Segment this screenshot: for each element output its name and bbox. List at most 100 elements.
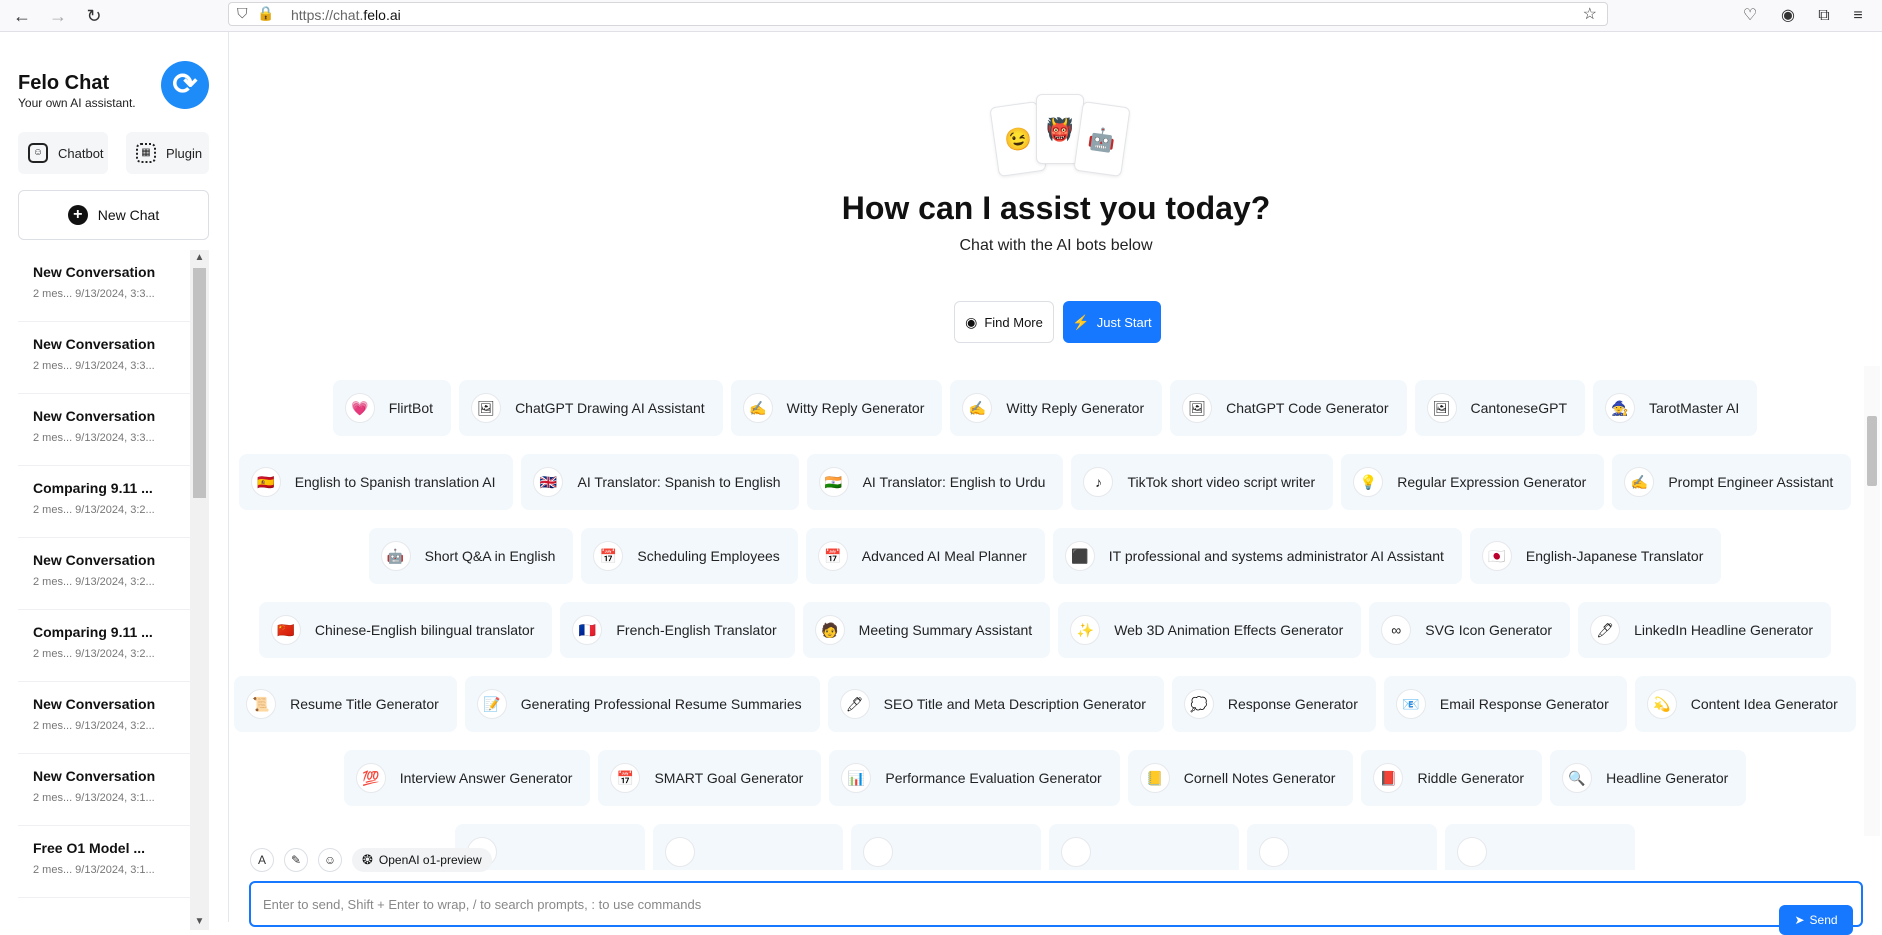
bot-chip[interactable]: 📅 Advanced AI Meal Planner (805, 528, 1045, 584)
bot-chip[interactable]: 📕 Riddle Generator (1361, 750, 1543, 806)
bot-avatar-icon: ✍ (1624, 467, 1655, 497)
scroll-down-icon[interactable]: ▼ (190, 914, 209, 930)
bot-chip[interactable]: 🖊 LinkedIn Headline Generator (1578, 602, 1832, 658)
bot-chip[interactable]: ✍ Prompt Engineer Assistant (1612, 454, 1852, 510)
bot-chip[interactable]: 🇫🇷 French-English Translator (560, 602, 795, 658)
bot-chip[interactable]: 🧑 Meeting Summary Assistant (802, 602, 1051, 658)
bot-chip[interactable]: 📜 Resume Title Generator (234, 676, 457, 732)
bot-chip[interactable]: 🇪🇸 English to Spanish translation AI (238, 454, 514, 510)
bot-chip[interactable]: 📊 Performance Evaluation Generator (829, 750, 1120, 806)
conversation-item[interactable]: Comparing 9.11 ... 2 mes... 9/13/2024, 3:… (18, 466, 190, 538)
bookmark-star-icon[interactable]: ☆ (1583, 4, 1597, 24)
scrollbar-thumb[interactable] (1867, 416, 1877, 486)
bot-chip[interactable]: ∞ SVG Icon Generator (1369, 602, 1571, 658)
bot-avatar-icon: 🇨🇳 (270, 615, 301, 645)
bot-chip[interactable]: 🇯🇵 English-Japanese Translator (1469, 528, 1722, 584)
conversation-item[interactable]: New Conversation 2 mes... 9/13/2024, 3:3.… (18, 250, 190, 322)
bot-chip[interactable]: 🖊 SEO Title and Meta Description Generato… (827, 676, 1164, 732)
lightning-icon: ⚡ (1072, 313, 1090, 330)
bot-chip[interactable]: 🖼 ChatGPT Drawing AI Assistant (459, 380, 723, 436)
address-bar[interactable]: ⛉ 🔒 https://chat.felo.ai ☆ (228, 2, 1608, 26)
just-start-button[interactable]: ⚡ Just Start (1063, 301, 1161, 343)
reload-icon[interactable]: ↻ (82, 4, 106, 28)
bot-label: Chinese-English bilingual translator (314, 622, 535, 638)
send-button[interactable]: ➤ Send (1779, 905, 1853, 935)
mask-icon[interactable]: ☺ (318, 848, 342, 872)
conversation-item[interactable]: Comparing 9.11 ... 2 mes... 9/13/2024, 3:… (18, 610, 190, 682)
bot-row: 📜 Resume Title Generator 📝 Generating Profe… (230, 676, 1860, 732)
bot-chip[interactable]: ✨ Web 3D Animation Effects Generator (1058, 602, 1362, 658)
prompt-icon[interactable]: A (250, 848, 274, 872)
bot-label: LinkedIn Headline Generator (1634, 622, 1814, 638)
conversation-item[interactable]: New Conversation 2 mes... 9/13/2024, 3:3.… (18, 322, 190, 394)
bot-chip[interactable]: ⬛ IT professional and systems administrat… (1052, 528, 1462, 584)
bot-chip[interactable]: 📒 Cornell Notes Generator (1127, 750, 1354, 806)
conversation-item[interactable]: New Conversation 2 mes... 9/13/2024, 3:2.… (18, 538, 190, 610)
account-icon[interactable]: ◉ (1776, 4, 1800, 28)
bot-chip[interactable]: 🔍 Headline Generator (1550, 750, 1747, 806)
bot-chip[interactable]: 🇬🇧 AI Translator: Spanish to English (521, 454, 799, 510)
bot-chip[interactable]: 📝 Generating Professional Resume Summarie… (464, 676, 820, 732)
magic-wand-icon[interactable]: ✎ (284, 848, 308, 872)
tab-chatbot[interactable]: ☺ Chatbot (18, 132, 108, 174)
bot-chip[interactable]: 💫 Content Idea Generator (1634, 676, 1856, 732)
tab-chatbot-label: Chatbot (58, 145, 104, 161)
lock-icon[interactable]: 🔒 (257, 5, 274, 22)
bot-chip[interactable]: 🇨🇳 Chinese-English bilingual translator (258, 602, 553, 658)
bot-chip[interactable]: 💯 Interview Answer Generator (343, 750, 591, 806)
menu-icon[interactable]: ≡ (1846, 4, 1870, 28)
bot-chip[interactable] (653, 824, 843, 870)
extensions-icon[interactable]: ⧉ (1812, 4, 1836, 28)
bot-chip[interactable]: 📅 SMART Goal Generator (598, 750, 822, 806)
chat-input-box[interactable]: ➤ Send (249, 881, 1863, 935)
bot-chip[interactable] (1049, 824, 1239, 870)
sidebar-scrollbar[interactable]: ▲ ▼ (190, 250, 209, 930)
conversation-title: New Conversation (33, 768, 156, 784)
bot-chip[interactable]: 💗 FlirtBot (332, 380, 452, 436)
bot-avatar-icon (665, 837, 695, 867)
conversation-item[interactable]: Free O1 Model ... 2 mes... 9/13/2024, 3:1… (18, 826, 190, 898)
conversation-item[interactable]: New Conversation 2 mes... 9/13/2024, 3:2.… (18, 682, 190, 754)
scroll-up-icon[interactable]: ▲ (190, 250, 209, 266)
conversation-title: Free O1 Model ... (33, 840, 146, 856)
bot-chip[interactable]: 💭 Response Generator (1171, 676, 1376, 732)
pocket-icon[interactable]: ♡ (1738, 4, 1762, 28)
bot-chip[interactable]: 🖼 CantoneseGPT (1414, 380, 1585, 436)
bot-chip[interactable] (1445, 824, 1635, 870)
model-selector[interactable]: ❂ OpenAI o1-preview (352, 848, 492, 872)
tab-plugin[interactable]: ▦ Plugin (126, 132, 209, 174)
bot-avatar-icon (1061, 837, 1091, 867)
bot-grid: 💗 FlirtBot 🖼 ChatGPT Drawing AI Assistant ✍ W… (230, 380, 1860, 870)
forward-arrow-icon[interactable]: → (46, 4, 70, 28)
bot-chip[interactable]: 📧 Email Response Generator (1383, 676, 1627, 732)
bot-label: Performance Evaluation Generator (885, 770, 1102, 786)
main-scrollbar[interactable] (1864, 366, 1880, 836)
bot-chip[interactable]: 📅 Scheduling Employees (581, 528, 798, 584)
chat-input[interactable] (263, 893, 1743, 915)
bot-avatar-icon: 🇬🇧 (533, 467, 564, 497)
back-arrow-icon[interactable]: ← (10, 4, 34, 28)
find-more-button[interactable]: ◉ Find More (954, 301, 1054, 343)
bot-chip[interactable]: 🖼 ChatGPT Code Generator (1170, 380, 1407, 436)
conversation-title: New Conversation (33, 696, 156, 712)
bot-chip[interactable]: ✍ Witty Reply Generator (950, 380, 1163, 436)
bot-label: Meeting Summary Assistant (858, 622, 1033, 638)
bot-chip[interactable]: 🇮🇳 AI Translator: English to Urdu (806, 454, 1064, 510)
bot-avatar-icon: 🧑 (814, 615, 845, 645)
bot-chip[interactable]: 🤖 Short Q&A in English (368, 528, 574, 584)
bot-chip[interactable]: ♪ TikTok short video script writer (1071, 454, 1334, 510)
scrollbar-thumb[interactable] (193, 268, 206, 498)
bot-label: Cornell Notes Generator (1183, 770, 1336, 786)
bot-chip[interactable]: 🧙 TarotMaster AI (1593, 380, 1758, 436)
bot-label: SVG Icon Generator (1425, 622, 1553, 638)
conversation-item[interactable]: New Conversation 2 mes... 9/13/2024, 3:1.… (18, 754, 190, 826)
bot-row: 💗 FlirtBot 🖼 ChatGPT Drawing AI Assistant ✍ W… (230, 380, 1860, 436)
bot-chip[interactable]: 💡 Regular Expression Generator (1341, 454, 1605, 510)
conversation-item[interactable]: New Conversation 2 mes... 9/13/2024, 3:3.… (18, 394, 190, 466)
shield-icon[interactable]: ⛉ (237, 5, 248, 22)
new-chat-button[interactable]: + New Chat (18, 190, 209, 240)
bot-chip[interactable]: ✍ Witty Reply Generator (730, 380, 943, 436)
bot-chip[interactable] (851, 824, 1041, 870)
bot-chip[interactable] (1247, 824, 1437, 870)
bot-label: Email Response Generator (1439, 696, 1609, 712)
